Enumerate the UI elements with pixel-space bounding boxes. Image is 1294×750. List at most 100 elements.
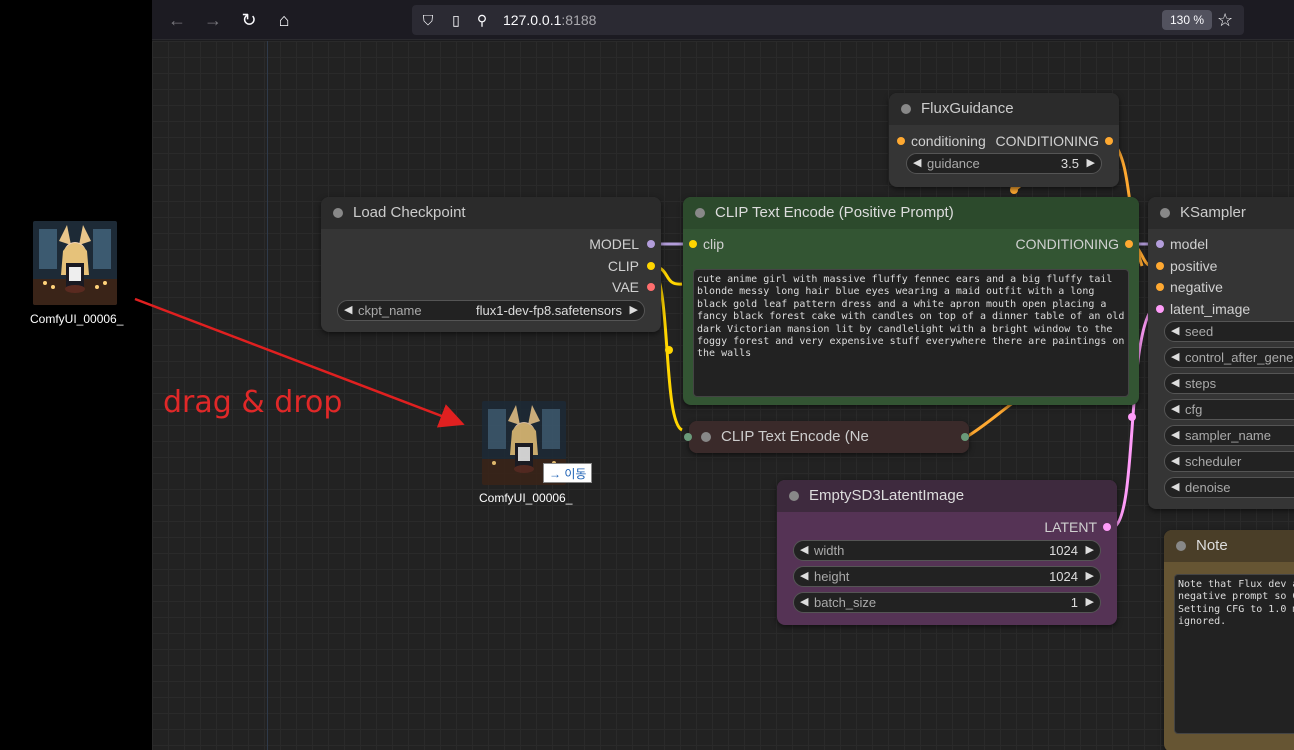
widget-label: sampler_name bbox=[1185, 428, 1271, 443]
conditioning-output-slot[interactable] bbox=[1125, 240, 1133, 248]
url-text[interactable]: 127.0.0.1:8188 bbox=[503, 12, 596, 28]
widget-label: cfg bbox=[1185, 402, 1203, 417]
node-collapse-dot[interactable] bbox=[1160, 208, 1170, 218]
widget-label: width bbox=[814, 543, 845, 558]
slot-label: latent_image bbox=[1170, 301, 1251, 317]
slot-label: CONDITIONING bbox=[1015, 236, 1119, 252]
decrement-arrow-icon[interactable]: ◀ bbox=[1171, 452, 1179, 471]
decrement-arrow-icon[interactable]: ◀ bbox=[800, 541, 808, 560]
slot-label: LATENT bbox=[1044, 519, 1097, 535]
node-collapse-dot[interactable] bbox=[695, 208, 705, 218]
clip-text-encode-negative-node[interactable]: CLIP Text Encode (Ne bbox=[684, 421, 969, 453]
node-title[interactable]: EmptySD3LatentImage bbox=[777, 480, 1117, 512]
decrement-arrow-icon[interactable]: ◀ bbox=[1171, 322, 1179, 341]
clip-input-slot[interactable] bbox=[684, 433, 692, 441]
increment-arrow-icon[interactable]: ▶ bbox=[1086, 593, 1094, 612]
steps-widget[interactable]: ◀ steps bbox=[1164, 373, 1294, 394]
node-collapse-dot[interactable] bbox=[701, 432, 711, 442]
decrement-arrow-icon[interactable]: ◀ bbox=[800, 593, 808, 612]
home-icon[interactable]: ⌂ bbox=[273, 9, 295, 31]
decrement-arrow-icon[interactable]: ◀ bbox=[800, 567, 808, 586]
widget-label: denoise bbox=[1185, 480, 1231, 495]
node-collapse-dot[interactable] bbox=[1176, 541, 1186, 551]
clip-output-label: CLIP bbox=[607, 258, 639, 274]
node-collapse-dot[interactable] bbox=[901, 104, 911, 114]
widget-value: 1 bbox=[1070, 595, 1078, 610]
denoise-widget[interactable]: ◀ denoise bbox=[1164, 477, 1294, 498]
height-widget[interactable]: ◀ height 1024 ▶ bbox=[793, 566, 1101, 587]
sampler-name-widget[interactable]: ◀ sampler_name bbox=[1164, 425, 1294, 446]
clip-text-encode-positive-node[interactable]: CLIP Text Encode (Positive Prompt) clip … bbox=[683, 197, 1139, 405]
next-option-icon[interactable]: ▶ bbox=[630, 301, 638, 320]
vae-output-slot[interactable] bbox=[647, 283, 655, 291]
increment-arrow-icon[interactable]: ▶ bbox=[1087, 154, 1095, 173]
conditioning-output-slot[interactable] bbox=[961, 433, 969, 441]
model-output-slot[interactable] bbox=[647, 240, 655, 248]
widget-label: seed bbox=[1185, 324, 1214, 339]
decrement-arrow-icon[interactable]: ◀ bbox=[913, 154, 921, 173]
decrement-arrow-icon[interactable]: ◀ bbox=[1171, 348, 1179, 367]
previous-option-icon[interactable]: ◀ bbox=[344, 301, 352, 320]
node-collapse-dot[interactable] bbox=[789, 491, 799, 501]
clip-input-slot[interactable] bbox=[689, 240, 697, 248]
note-textarea[interactable]: Note that Flux dev a negative prompt so … bbox=[1174, 574, 1294, 734]
positive-input-slot[interactable] bbox=[1156, 262, 1164, 270]
ckpt-name-widget[interactable]: ◀ ckpt_name flux1-dev-fp8.safetensors ▶ bbox=[337, 300, 645, 321]
conditioning-output-slot[interactable] bbox=[1105, 137, 1113, 145]
url-port: :8188 bbox=[561, 12, 597, 28]
widget-value: 1024 bbox=[1049, 569, 1078, 584]
decrement-arrow-icon[interactable]: ◀ bbox=[1171, 478, 1179, 497]
decrement-arrow-icon[interactable]: ◀ bbox=[1171, 400, 1179, 419]
bookmark-star-icon[interactable]: ☆ bbox=[1217, 10, 1233, 30]
back-arrow-icon[interactable]: ← bbox=[166, 9, 188, 31]
node-title[interactable]: FluxGuidance bbox=[889, 93, 1119, 125]
desktop-panel: ComfyUI_00006_ bbox=[0, 0, 152, 750]
empty-sd3-latent-image-node[interactable]: EmptySD3LatentImage LATENT ◀ width 1024 … bbox=[777, 480, 1117, 625]
model-output-label: MODEL bbox=[589, 236, 639, 252]
url-bar[interactable]: ⛉ ▯ ⚲ 127.0.0.1:8188 130 % ☆ bbox=[412, 5, 1244, 35]
negative-input-slot[interactable] bbox=[1156, 283, 1164, 291]
node-title[interactable]: CLIP Text Encode (Ne bbox=[689, 421, 969, 453]
shield-icon[interactable]: ⛉ bbox=[420, 12, 436, 28]
url-host: 127.0.0.1 bbox=[503, 12, 562, 28]
reload-icon[interactable]: ↻ bbox=[238, 9, 260, 31]
clip-output-slot[interactable] bbox=[647, 262, 655, 270]
latent-image-input-slot[interactable] bbox=[1156, 305, 1164, 313]
widget-label: control_after_gene bbox=[1185, 350, 1294, 365]
batch-size-widget[interactable]: ◀ batch_size 1 ▶ bbox=[793, 592, 1101, 613]
widget-value: 1024 bbox=[1049, 543, 1078, 558]
conditioning-input-slot[interactable] bbox=[897, 137, 905, 145]
node-title[interactable]: Load Checkpoint bbox=[321, 197, 661, 229]
node-collapse-dot[interactable] bbox=[333, 208, 343, 218]
flux-guidance-node[interactable]: FluxGuidance conditioning CONDITIONING ◀… bbox=[889, 93, 1119, 187]
scheduler-widget[interactable]: ◀ scheduler bbox=[1164, 451, 1294, 472]
widget-label: steps bbox=[1185, 376, 1217, 391]
zoom-badge[interactable]: 130 % bbox=[1162, 10, 1213, 30]
width-widget[interactable]: ◀ width 1024 ▶ bbox=[793, 540, 1101, 561]
image-file-thumbnail[interactable] bbox=[33, 221, 117, 305]
load-checkpoint-node[interactable]: Load Checkpoint MODEL CLIP VAE ◀ ckpt_na… bbox=[321, 197, 661, 332]
slot-label: positive bbox=[1170, 258, 1218, 274]
cfg-widget[interactable]: ◀ cfg bbox=[1164, 399, 1294, 420]
slot-label: negative bbox=[1170, 279, 1223, 295]
dragged-image-name: ComfyUI_00006_ bbox=[479, 491, 573, 505]
guidance-widget[interactable]: ◀ guidance 3.5 ▶ bbox=[906, 153, 1102, 174]
increment-arrow-icon[interactable]: ▶ bbox=[1086, 567, 1094, 586]
decrement-arrow-icon[interactable]: ◀ bbox=[1171, 374, 1179, 393]
permissions-icon[interactable]: ⚲ bbox=[474, 12, 490, 28]
forward-arrow-icon[interactable]: → bbox=[202, 9, 224, 31]
increment-arrow-icon[interactable]: ▶ bbox=[1086, 541, 1094, 560]
decrement-arrow-icon[interactable]: ◀ bbox=[1171, 426, 1179, 445]
control-after-generate-widget[interactable]: ◀ control_after_gene bbox=[1164, 347, 1294, 368]
ksampler-node[interactable]: KSampler model positive negative latent_… bbox=[1148, 197, 1294, 509]
prompt-textarea[interactable]: cute anime girl with massive fluffy fenn… bbox=[693, 269, 1129, 397]
slot-label: CONDITIONING bbox=[995, 133, 1099, 149]
note-node[interactable]: Note Note that Flux dev a negative promp… bbox=[1164, 530, 1294, 750]
seed-widget[interactable]: ◀ seed bbox=[1164, 321, 1294, 342]
model-input-slot[interactable] bbox=[1156, 240, 1164, 248]
node-title[interactable]: CLIP Text Encode (Positive Prompt) bbox=[683, 197, 1139, 229]
widget-value: 3.5 bbox=[1060, 156, 1079, 171]
slot-label: model bbox=[1170, 236, 1209, 252]
widget-value: flux1-dev-fp8.safetensors bbox=[476, 303, 622, 318]
latent-output-slot[interactable] bbox=[1103, 523, 1111, 531]
